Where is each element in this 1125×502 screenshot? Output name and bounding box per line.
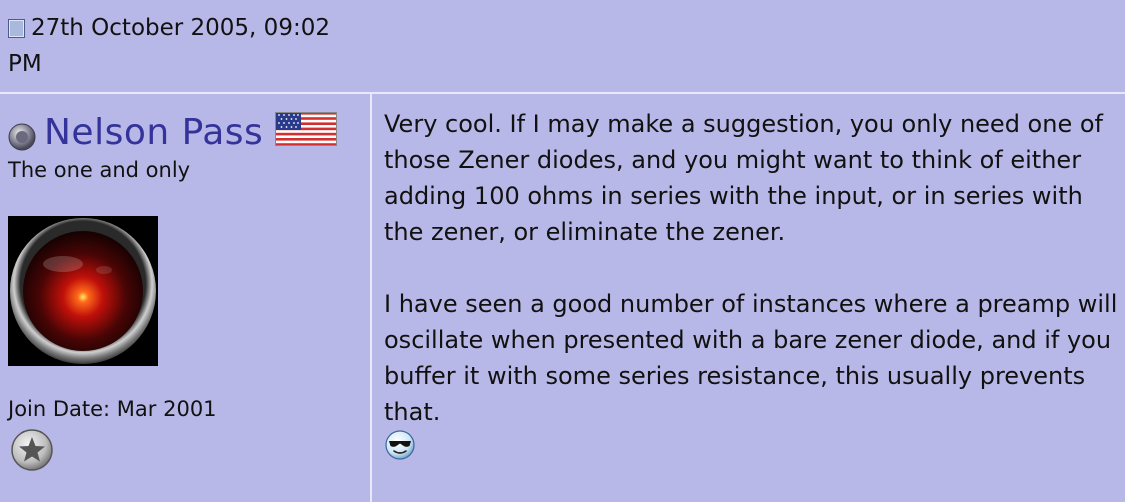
user-info-column: Nelson Pass The one and only Join Date: … <box>0 94 370 502</box>
star-badge-icon <box>11 429 53 471</box>
username-link[interactable]: Nelson Pass <box>44 112 263 153</box>
us-flag-icon <box>275 112 338 146</box>
username-row: Nelson Pass <box>8 110 338 154</box>
hal-9000-eye-avatar[interactable] <box>8 216 158 366</box>
post-header: 27th October 2005, 09:02 PM <box>0 0 1125 92</box>
join-date: Join Date: Mar 2001 <box>8 397 217 421</box>
user-title: The one and only <box>8 158 191 182</box>
post-date-text: 27th October 2005, 09:02 PM <box>8 15 330 77</box>
message-paragraph: Very cool. If I may make a suggestion, y… <box>384 110 1103 246</box>
cool-smiley-icon <box>385 430 415 460</box>
offline-status-icon <box>8 123 36 151</box>
post-date: 27th October 2005, 09:02 PM <box>8 10 348 82</box>
document-icon <box>8 19 25 38</box>
post-message: Very cool. If I may make a suggestion, y… <box>384 106 1125 466</box>
vertical-divider <box>370 94 372 502</box>
message-paragraph: I have seen a good number of instances w… <box>384 290 1118 426</box>
